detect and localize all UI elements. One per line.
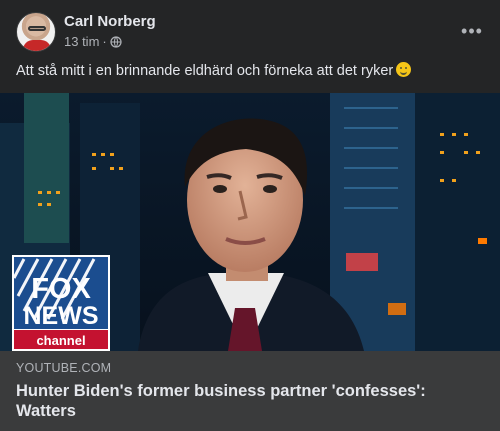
news-anchor-image: FOX NEWS channel [0,93,500,351]
author-avatar[interactable] [16,12,56,52]
avatar-shirt [23,40,51,51]
thinking-smile-emoji [396,62,412,77]
avatar-glasses [28,26,46,31]
fox-logo-line1: FOX [31,273,91,305]
more-horizontal-icon: ••• [461,21,483,41]
link-preview-footer[interactable]: YOUTUBE.COM Hunter Biden's former busine… [0,351,500,431]
post-meta: 13 tim · [64,34,122,49]
globe-icon [110,35,122,48]
post-header: Carl Norberg 13 tim · ••• [16,12,484,52]
fox-logo-channel: channel [36,333,85,348]
more-options-button[interactable]: ••• [458,17,486,45]
meta-separator: · [102,34,107,49]
author-name[interactable]: Carl Norberg [64,13,156,30]
fox-logo-line2: NEWS [24,302,99,330]
link-title[interactable]: Hunter Biden's former business partner '… [16,381,486,421]
facebook-post: Carl Norberg 13 tim · ••• Att stå mitt i… [0,0,500,431]
link-domain: YOUTUBE.COM [16,361,112,375]
post-time[interactable]: 13 tim [64,34,99,49]
fox-news-logo: FOX NEWS channel [12,255,110,351]
link-preview-image[interactable]: FOX NEWS channel [0,93,500,351]
post-text: Att stå mitt i en brinnande eldhärd och … [16,62,484,81]
post-text-content: Att stå mitt i en brinnande eldhärd och … [16,63,394,79]
